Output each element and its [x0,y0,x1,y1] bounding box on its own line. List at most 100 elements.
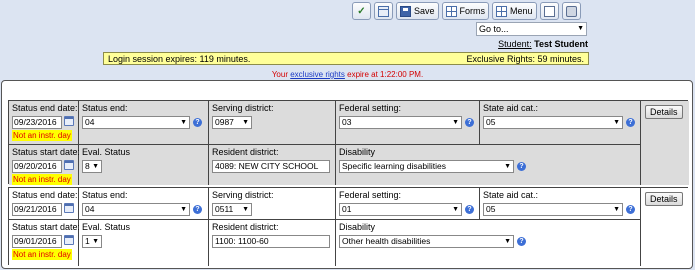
chevron-down-icon: ▼ [242,119,249,126]
chevron-down-icon: ▼ [180,119,187,126]
status-panel: Status end date: 09/23/2016 Not an instr… [1,80,693,269]
resident-district-input[interactable]: 1100: 1100-60 [212,235,330,248]
resident-district-label: Resident district: [212,147,279,157]
serving-district-label: Serving district: [212,190,274,200]
forms-button[interactable]: Forms [441,2,490,20]
status-start-date-input[interactable]: 09/01/2016 [12,235,62,248]
session-expires: Login session expires: 119 minutes. [108,53,251,64]
spellcheck-button[interactable]: ✓ [352,2,371,20]
serving-district-label: Serving district: [212,103,274,113]
serving-district-select[interactable]: 0987 ▼ [212,116,252,129]
save-button[interactable]: Save [396,2,439,20]
status-end-select[interactable]: 04 ▼ [82,203,190,216]
help-icon[interactable]: ? [626,118,635,128]
rights-notice: Your exclusive rights expire at 1:22:00 … [0,70,695,79]
status-start-date-label: Status start date: [12,147,81,157]
eval-status-select[interactable]: 8 ▼ [82,160,102,173]
status-record: Status end date: 09/21/2016 Status end: … [8,187,689,266]
state-aid-select[interactable]: 05 ▼ [483,203,623,216]
eval-status-cell: Eval. Status 1 ▼ [79,220,209,266]
help-icon[interactable]: ? [193,205,202,215]
eval-status-cell: Eval. Status 8 ▼ [79,145,209,185]
status-start-date-cell: Status start date: 09/20/2016 Not an ins… [9,145,81,185]
chevron-down-icon: ▼ [242,206,249,213]
calendar-icon[interactable] [64,203,74,213]
serving-district-select[interactable]: 0511 ▼ [212,203,252,216]
disability-value: Other health disabilities [342,236,431,246]
student-info: Student: Test Student [498,39,588,49]
eval-status-label: Eval. Status [82,222,131,232]
eval-status-select[interactable]: 1 ▼ [82,235,102,248]
chevron-down-icon: ▼ [92,238,99,245]
menu-button[interactable]: Menu [492,2,537,20]
calendar-icon[interactable] [64,160,74,170]
resident-district-cell: Resident district: 1100: 1100-60 [209,220,336,266]
instr-day-warning: Not an instr. day [12,174,72,185]
exclusive-rights-link[interactable]: exclusive rights [290,70,345,79]
help-icon[interactable]: ? [517,162,526,172]
forms-icon [445,5,457,17]
chevron-down-icon: ▼ [452,206,459,213]
status-record: Status end date: 09/23/2016 Not an instr… [8,100,689,185]
instr-day-warning: Not an instr. day [12,249,72,260]
federal-setting-select[interactable]: 01 ▼ [339,203,462,216]
help-icon[interactable]: ? [626,205,635,215]
resident-district-label: Resident district: [212,222,279,232]
student-link[interactable]: Student: [498,39,532,49]
save-label: Save [414,6,435,16]
state-aid-cell: State aid cat.: 05 ▼? [480,101,641,145]
spellcheck-icon: ✓ [357,5,366,17]
window-button[interactable] [374,2,393,20]
disability-cell: Disability Specific learning disabilitie… [336,145,641,185]
state-aid-value: 05 [486,204,496,214]
state-aid-label: State aid cat.: [483,190,539,200]
goto-select[interactable]: Go to... ▼ [476,22,587,36]
details-button[interactable]: Details [645,192,683,206]
print-button[interactable] [561,2,581,20]
serving-district-value: 0511 [215,204,234,214]
federal-setting-select[interactable]: 03 ▼ [339,116,462,129]
disability-cell: Disability Other health disabilities ▼? [336,220,641,266]
document-icon [543,5,555,17]
serving-district-value: 0987 [215,117,234,127]
help-icon[interactable]: ? [517,237,526,247]
help-icon[interactable]: ? [465,205,474,215]
status-end-date-input[interactable]: 09/21/2016 [12,203,62,216]
exclusive-rights-status: Exclusive Rights: 59 minutes. [466,53,584,64]
details-button[interactable]: Details [645,105,683,119]
menu-label: Menu [510,6,533,16]
status-end-date-cell: Status end date: 09/21/2016 [9,188,79,220]
status-end-select[interactable]: 04 ▼ [82,116,190,129]
calendar-icon[interactable] [64,235,74,245]
federal-setting-label: Federal setting: [339,103,402,113]
chevron-down-icon: ▼ [504,238,511,245]
federal-setting-value: 03 [342,117,352,127]
status-end-cell: Status end: 04 ▼? [79,188,209,220]
state-aid-select[interactable]: 05 ▼ [483,116,623,129]
chevron-down-icon: ▼ [180,206,187,213]
status-start-date-input[interactable]: 09/20/2016 [12,160,62,173]
disability-select[interactable]: Specific learning disabilities ▼ [339,160,514,173]
resident-district-input[interactable]: 4089: NEW CITY SCHOOL [212,160,330,173]
status-end-date-input[interactable]: 09/23/2016 [12,116,62,129]
help-icon[interactable]: ? [193,118,202,128]
save-icon [400,5,411,17]
menu-icon [496,5,508,17]
chevron-down-icon: ▼ [452,119,459,126]
chevron-down-icon: ▼ [504,163,511,170]
federal-setting-cell: Federal setting: 01 ▼? [336,188,480,220]
state-aid-value: 05 [486,117,496,127]
calendar-icon[interactable] [64,116,74,126]
status-end-label: Status end: [82,190,128,200]
disability-label: Disability [339,147,376,157]
instr-day-warning: Not an instr. day [12,130,72,141]
status-end-date-label: Status end date: [12,190,78,200]
disability-label: Disability [339,222,376,232]
disability-select[interactable]: Other health disabilities ▼ [339,235,514,248]
status-end-value: 04 [85,204,95,214]
print-icon [565,5,577,17]
rights-suffix: expire at 1:22:00 PM. [344,70,424,79]
help-icon[interactable]: ? [465,118,474,128]
document-button[interactable] [539,2,559,20]
disability-value: Specific learning disabilities [342,161,446,171]
